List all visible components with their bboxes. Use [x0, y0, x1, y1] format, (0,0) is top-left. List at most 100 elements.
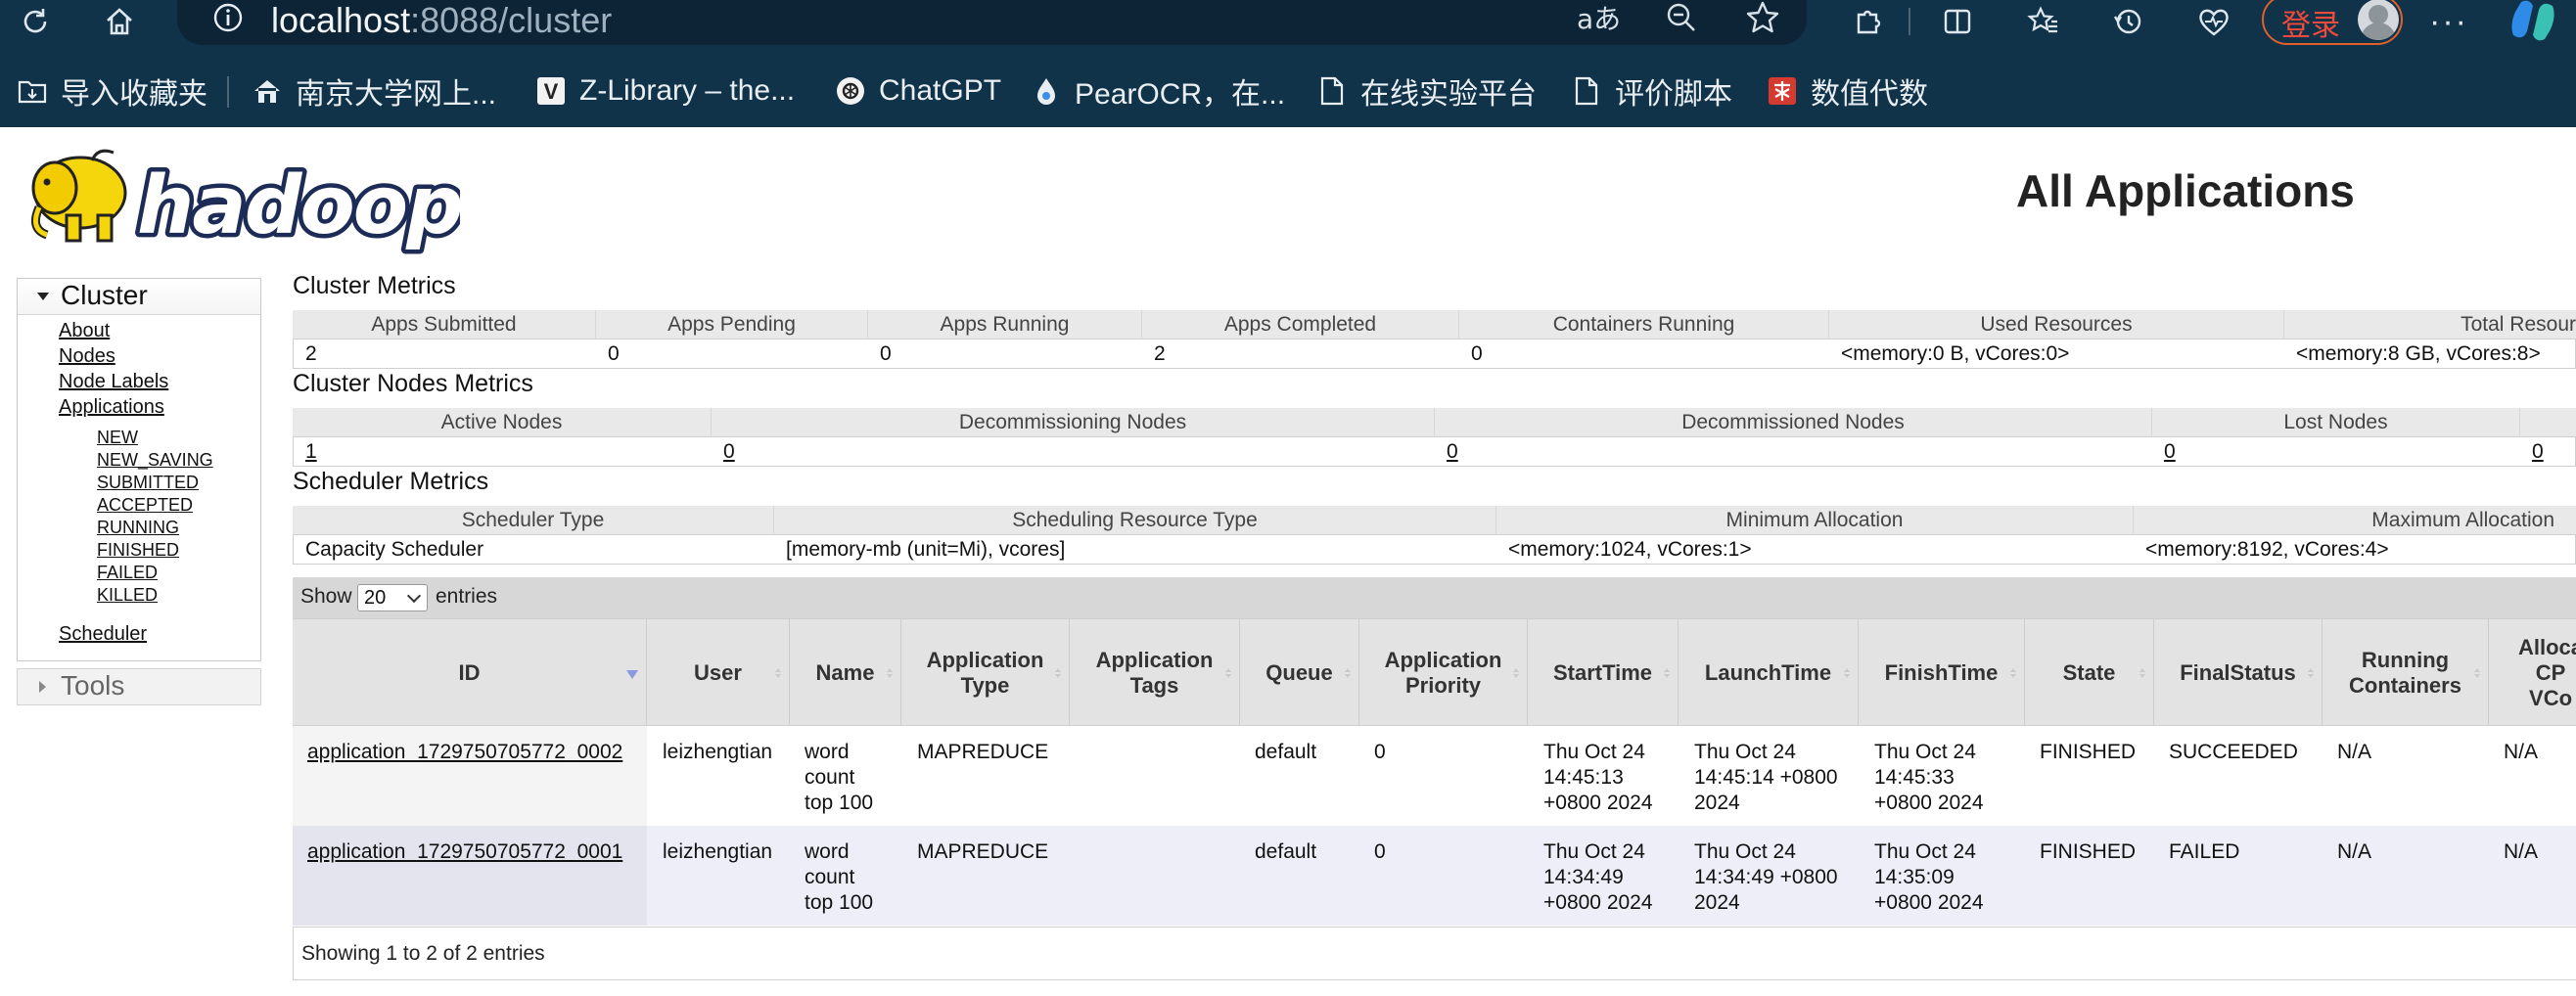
column-header-state[interactable]: State — [2025, 619, 2154, 727]
browser-essentials-icon[interactable] — [2192, 0, 2235, 43]
name-cell: word count top 100 — [805, 840, 874, 914]
app-type-cell: MAPREDUCE — [917, 840, 1049, 863]
bookmark-numerical-algebra[interactable]: 数值代数 — [1766, 65, 1928, 117]
used-resources-value: <memory:0 B, vCores:0> — [1841, 342, 2070, 365]
column-header-name[interactable]: Name — [790, 619, 901, 727]
column-header-label: FinishTime — [1884, 660, 1999, 685]
home-icon[interactable] — [98, 0, 141, 43]
column-header-app-priority[interactable]: Application Priority — [1359, 619, 1528, 727]
nav-link-node-labels[interactable]: Node Labels — [59, 371, 168, 393]
login-button[interactable]: 登录 — [2262, 0, 2403, 45]
more-menu-icon[interactable]: ··· — [2427, 0, 2470, 43]
sort-icon — [1513, 668, 1519, 678]
bookmark-label: 南京大学网上... — [296, 78, 497, 111]
column-header-label: FinalStatus — [2180, 660, 2296, 685]
column-header: Apps Submitted — [293, 310, 596, 340]
table-row: application_1729750705772_0002 leizhengt… — [293, 726, 2576, 826]
column-header-finish-time[interactable]: FinishTime — [1859, 619, 2025, 727]
allocated-cpu-cell: N/A — [2504, 741, 2539, 763]
bookmark-chatgpt[interactable]: ChatGPT — [834, 65, 1001, 117]
application-id-link[interactable]: application_1729750705772_0002 — [307, 740, 622, 765]
nav-state-new[interactable]: NEW — [97, 428, 138, 448]
apps-table-footer: Showing 1 to 2 of 2 entries — [293, 927, 2576, 980]
column-header-start-time[interactable]: StartTime — [1528, 619, 1679, 727]
nav-link-nodes[interactable]: Nodes — [59, 345, 115, 368]
nav-state-running[interactable]: RUNNING — [97, 518, 179, 538]
page-size-select[interactable]: 20 — [357, 584, 428, 611]
nav-state-submitted[interactable]: SUBMITTED — [97, 473, 199, 493]
apps-table-toolbar: Show 20 entries — [293, 577, 2576, 618]
final-status-cell: SUCCEEDED — [2169, 741, 2298, 763]
url-text[interactable]: localhost:8088/cluster — [271, 0, 612, 41]
column-header-id[interactable]: ID — [293, 619, 647, 727]
copilot-icon[interactable] — [2507, 0, 2558, 45]
nav-state-new-saving[interactable]: NEW_SAVING — [97, 450, 213, 471]
column-header-final-status[interactable]: FinalStatus — [2154, 619, 2323, 727]
reload-icon[interactable] — [14, 0, 57, 43]
caret-right-icon — [39, 681, 46, 693]
address-bar[interactable]: localhost:8088/cluster aあ — [177, 0, 1807, 45]
browser-chrome: localhost:8088/cluster aあ 登录 ··· 导入收藏夹 南… — [0, 0, 2576, 127]
read-aloud-icon[interactable]: aあ — [1577, 0, 1621, 39]
bookmark-eval-script[interactable]: 评价脚本 — [1570, 65, 1732, 117]
column-header-allocated-cpu[interactable]: AllocaCPVCo — [2489, 619, 2576, 727]
nav-state-accepted[interactable]: ACCEPTED — [97, 495, 193, 516]
info-icon[interactable] — [208, 0, 248, 37]
bookmark-import[interactable]: 导入收藏夹 — [16, 65, 207, 117]
bookmark-zlibrary[interactable]: V Z-Library – the... — [534, 65, 795, 117]
unhealthy-nodes-link[interactable]: 0 — [2532, 437, 2544, 467]
nav-state-finished[interactable]: FINISHED — [97, 540, 179, 561]
history-icon[interactable] — [2106, 0, 2149, 43]
active-nodes-link[interactable]: 1 — [305, 437, 317, 467]
scheduler-metrics-row: Capacity Scheduler [memory-mb (unit=Mi),… — [293, 535, 2576, 565]
bookmarks-bar: 导入收藏夹 南京大学网上... V Z-Library – the... Cha… — [0, 65, 2576, 117]
chevron-down-icon — [406, 588, 422, 604]
state-cell: FINISHED — [2040, 741, 2137, 763]
finish-time-cell: Thu Oct 24 14:45:33 +0800 2024 — [1874, 741, 1984, 814]
favorites-icon[interactable] — [2022, 0, 2065, 43]
nav-state-failed[interactable]: FAILED — [97, 563, 158, 583]
scheduler-metrics-header-row: Scheduler Type Scheduling Resource Type … — [293, 506, 2576, 535]
decommissioned-nodes-link[interactable]: 0 — [1447, 437, 1458, 467]
column-header: Used Resources — [1829, 310, 2284, 340]
column-header-queue[interactable]: Queue — [1240, 619, 1359, 727]
nav-link-scheduler[interactable]: Scheduler — [59, 623, 147, 646]
bookmark-label: PearOCR，在... — [1075, 78, 1286, 111]
nodes-metrics-row: 1 0 0 0 0 — [293, 437, 2576, 467]
column-header-running-containers[interactable]: Running Containers — [2323, 619, 2489, 727]
queue-cell: default — [1255, 840, 1317, 863]
cluster-metrics-title: Cluster Metrics — [293, 272, 456, 299]
nav-link-applications[interactable]: Applications — [59, 396, 164, 419]
column-header-label: Application Type — [926, 648, 1044, 698]
column-header-app-tags[interactable]: Application Tags — [1070, 619, 1240, 727]
column-header-app-type[interactable]: Application Type — [901, 619, 1070, 727]
favorite-star-icon[interactable] — [1745, 0, 1780, 39]
apps-running-value: 0 — [880, 342, 892, 365]
allocated-cpu-cell: N/A — [2504, 840, 2539, 863]
column-header-launch-time[interactable]: LaunchTime — [1679, 619, 1859, 727]
split-screen-icon[interactable] — [1936, 0, 1979, 43]
extensions-icon[interactable] — [1846, 0, 1889, 43]
apps-table-header: ID User Name Application Type Application… — [293, 618, 2576, 727]
lost-nodes-link[interactable]: 0 — [2164, 437, 2176, 467]
sort-icon — [1664, 668, 1670, 678]
toolbar-divider — [1909, 8, 1910, 35]
tools-section-header[interactable]: Tools — [17, 668, 261, 705]
bookmark-label: 在线实验平台 — [1360, 78, 1537, 111]
bookmark-lab-platform[interactable]: 在线实验平台 — [1315, 65, 1537, 117]
cluster-section-header[interactable]: Cluster — [18, 279, 260, 315]
bookmark-label: Z-Library – the... — [579, 74, 796, 107]
apps-completed-value: 2 — [1154, 342, 1166, 365]
column-header-user[interactable]: User — [647, 619, 790, 727]
nav-state-killed[interactable]: KILLED — [97, 585, 158, 606]
decommissioning-nodes-link[interactable]: 0 — [723, 437, 735, 467]
nav-link-about[interactable]: About — [59, 320, 110, 342]
zoom-out-icon[interactable] — [1665, 0, 1698, 39]
bookmark-nju[interactable]: 南京大学网上... — [251, 65, 496, 117]
sort-icon — [775, 668, 781, 678]
application-id-link[interactable]: application_1729750705772_0001 — [307, 839, 622, 865]
cluster-metrics-header-row: Apps Submitted Apps Pending Apps Running… — [293, 310, 2576, 340]
bookmark-pearocr[interactable]: PearOCR，在... — [1030, 65, 1285, 117]
import-folder-icon — [16, 74, 49, 108]
column-header-label: ID — [458, 660, 481, 685]
